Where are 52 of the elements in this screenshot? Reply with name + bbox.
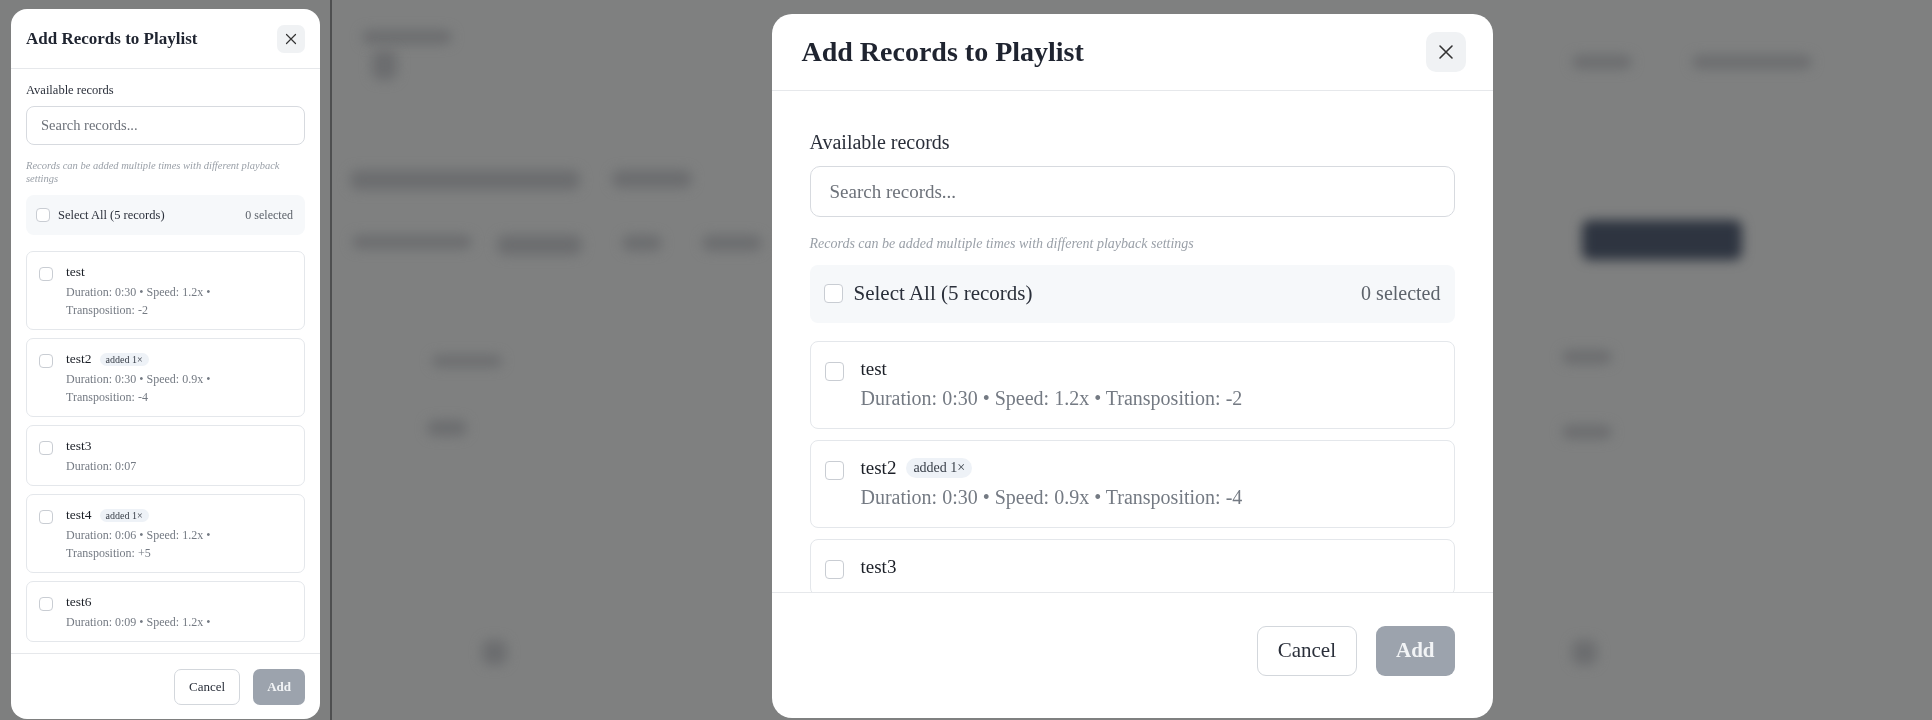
selected-count: 0 selected: [245, 207, 293, 223]
record-details: Duration: 0:30 • Speed: 1.2x • Transposition: -2: [860, 385, 1243, 412]
record-card[interactable]: test2 added 1× Duration: 0:30 • Speed: 0.9x • Transposition: -4: [809, 439, 1455, 528]
section-label: Available records: [26, 83, 115, 98]
record-checkbox[interactable]: [824, 559, 844, 579]
added-badge: added 1×: [99, 352, 149, 366]
record-name: test3: [860, 555, 897, 578]
record-checkbox[interactable]: [39, 510, 53, 525]
select-all-label: Select All (5 records): [853, 281, 1034, 306]
record-details: Duration: 0:30 • Speed: 0.9x • Transposition: -4: [66, 371, 212, 407]
record-checkbox[interactable]: [39, 441, 53, 456]
dialog-title: Add Records to Playlist: [801, 36, 1084, 68]
section-label: Available records: [809, 131, 951, 154]
record-name: test2: [860, 456, 897, 479]
select-all-checkbox[interactable]: [823, 284, 843, 303]
record-card[interactable]: test Duration: 0:30 • Speed: 1.2x • Transposition: -2: [809, 340, 1455, 429]
record-name: test2: [66, 351, 92, 368]
record-name: test4: [66, 507, 92, 524]
hint-text: Records can be added multiple times with different playback settings: [809, 235, 1195, 253]
select-all-checkbox[interactable]: [36, 208, 50, 223]
record-details: Duration: 0:30 • Speed: 0.9x • Transposition: -4: [860, 484, 1243, 511]
added-badge: added 1×: [99, 508, 149, 522]
close-icon: [1437, 44, 1454, 60]
close-button[interactable]: [277, 24, 305, 53]
record-card[interactable]: test Duration: 0:30 • Speed: 1.2x • Transposition: -2: [26, 251, 305, 331]
search-field[interactable]: Search records...: [809, 166, 1455, 217]
record-details: Duration: 0:06 • Speed: 1.2x • Transposition: +5: [66, 527, 212, 563]
record-card[interactable]: test3 Duration: 0:07: [26, 425, 305, 487]
dialog-title: Add Records to Playlist: [26, 28, 198, 49]
record-checkbox[interactable]: [824, 460, 844, 480]
cancel-button[interactable]: Cancel: [1256, 625, 1357, 676]
record-name: test3: [66, 438, 92, 455]
record-details: Duration: 0:09 • Speed: 1.2x •: [66, 614, 211, 632]
record-checkbox[interactable]: [39, 597, 53, 612]
record-details: Duration: 0:30 • Speed: 1.2x • Transposition: -2: [66, 284, 212, 320]
record-checkbox[interactable]: [39, 267, 53, 282]
added-badge: added 1×: [906, 457, 973, 478]
selected-count: 0 selected: [1361, 282, 1441, 305]
record-card[interactable]: test4 added 1× Duration: 0:06 • Speed: 1.2x • Transposition: +5: [26, 494, 305, 574]
search-field[interactable]: Search records...: [26, 106, 305, 145]
record-name: test6: [66, 594, 92, 611]
hint-text: Records can be added multiple times with different playback settings: [26, 159, 281, 186]
cancel-button[interactable]: Cancel: [174, 668, 241, 705]
record-checkbox[interactable]: [824, 361, 844, 381]
record-details: Duration: 0:07: [66, 458, 137, 476]
close-icon: [285, 32, 297, 45]
record-name: test: [66, 264, 85, 281]
record-name: test: [860, 357, 887, 380]
record-checkbox[interactable]: [39, 354, 53, 369]
record-card[interactable]: test6 Duration: 0:09 • Speed: 1.2x •: [26, 581, 305, 643]
record-card[interactable]: test2 added 1× Duration: 0:30 • Speed: 0.9x • Transposition: -4: [26, 338, 305, 418]
select-all-label: Select All (5 records): [58, 207, 166, 223]
